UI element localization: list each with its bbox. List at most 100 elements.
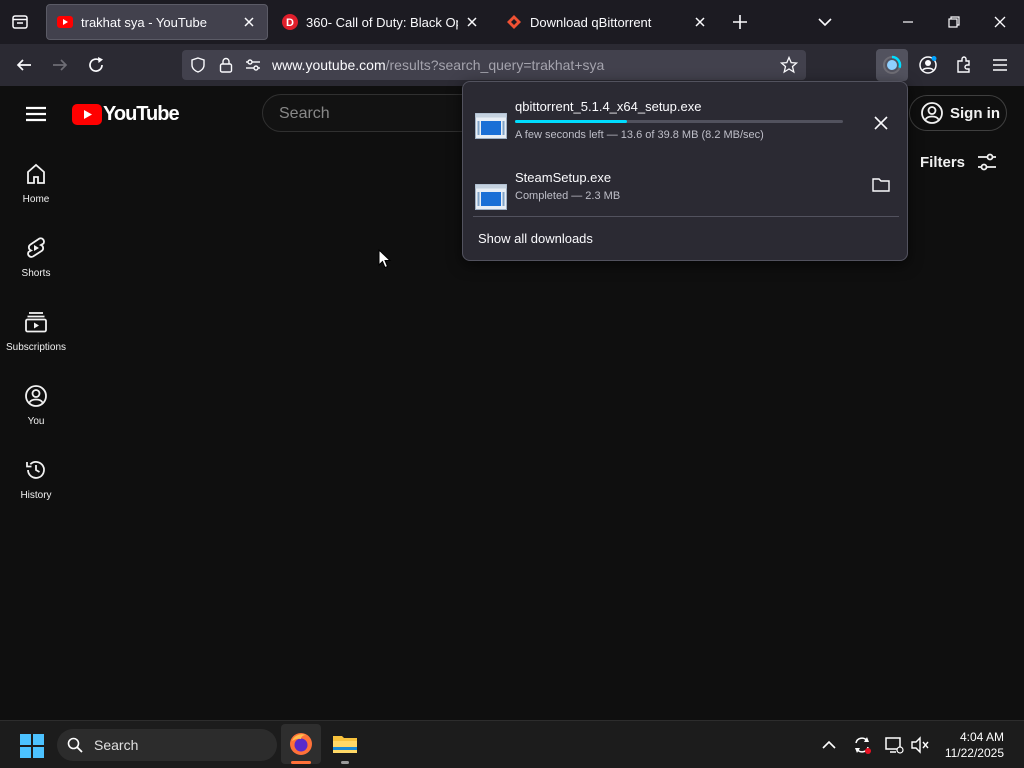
taskbar-file-explorer[interactable] (328, 724, 362, 764)
guide-menu-button[interactable] (22, 102, 50, 126)
tab-title: Download qBittorrent (530, 14, 652, 30)
guide-item-home[interactable]: Home (0, 162, 72, 205)
close-tab-icon[interactable] (241, 14, 257, 30)
close-tab-icon[interactable] (692, 14, 708, 30)
volume-muted-icon[interactable] (910, 735, 930, 755)
shield-icon[interactable] (190, 57, 206, 73)
reload-button[interactable] (82, 51, 110, 79)
download-status: Completed — 2.3 MB (515, 190, 621, 202)
forward-button[interactable] (46, 51, 74, 79)
downloads-button[interactable] (876, 49, 908, 81)
download-filename: SteamSetup.exe (515, 170, 612, 185)
taskbar-firefox[interactable] (281, 724, 321, 764)
sign-in-button[interactable]: Sign in (909, 95, 1007, 131)
search-icon (67, 737, 83, 753)
url-bar[interactable]: www.youtube.com/results?search_query=tra… (182, 50, 806, 80)
subscriptions-icon (25, 312, 47, 333)
guide-label: You (27, 416, 45, 427)
url-path: /results?search_query=trakhat+sya (385, 57, 605, 73)
reload-icon (89, 57, 103, 72)
guide-label: Subscriptions (5, 342, 67, 353)
minimize-button[interactable] (894, 8, 922, 36)
tab-call-of-duty[interactable]: D 360- Call of Duty: Black Ops III | (272, 4, 490, 40)
file-explorer-icon (333, 736, 357, 753)
youtube-logo[interactable]: YouTube (72, 103, 180, 126)
chevron-down-icon (818, 18, 832, 27)
lock-icon[interactable] (218, 56, 234, 74)
filters-label: Filters (920, 153, 966, 171)
shorts-icon (27, 237, 45, 258)
tab-youtube[interactable]: trakhat sya - YouTube (46, 4, 268, 40)
download-progress-fill (515, 120, 627, 123)
arrow-left-icon (16, 59, 31, 71)
exe-file-icon (475, 184, 507, 210)
download-item[interactable]: SteamSetup.exe Completed — 2.3 MB (473, 170, 899, 226)
list-all-tabs-button[interactable] (811, 8, 839, 36)
taskbar-search[interactable]: Search (57, 729, 277, 761)
account-circle-icon (921, 102, 943, 124)
new-tab-button[interactable] (726, 8, 754, 36)
firefox-icon (290, 733, 312, 755)
guide-label: Home (22, 194, 50, 205)
close-icon (994, 16, 1006, 28)
download-progress-icon (883, 55, 902, 74)
hamburger-menu-icon (993, 59, 1007, 71)
close-tab-icon[interactable] (464, 14, 480, 30)
red-d-favicon-icon: D (282, 14, 298, 30)
you-icon (25, 385, 47, 407)
cancel-download-icon[interactable] (871, 113, 891, 133)
permissions-icon[interactable] (244, 57, 262, 73)
tab-title: trakhat sya - YouTube (81, 14, 207, 30)
clock-date[interactable]: 11/22/2025 (945, 746, 1004, 760)
mouse-cursor-icon (378, 249, 392, 269)
open-app-indicator (341, 761, 349, 764)
restore-icon (948, 16, 960, 28)
account-button[interactable] (914, 51, 942, 79)
download-item[interactable]: qbittorrent_5.1.4_x64_setup.exe A few se… (473, 99, 899, 155)
sync-icon[interactable] (852, 735, 872, 755)
taskbar: Search 4:04 AM 11/22/2025 (0, 720, 1024, 768)
taskbar-search-label: Search (94, 737, 139, 753)
guide-label: Shorts (21, 268, 51, 279)
hamburger-menu-icon (26, 106, 46, 122)
folder-icon[interactable] (871, 176, 891, 194)
active-app-indicator (291, 761, 311, 764)
guide-item-you[interactable]: You (0, 384, 72, 427)
chevron-up-icon[interactable] (821, 737, 837, 753)
network-icon[interactable] (884, 735, 904, 755)
guide-label: History (20, 490, 52, 501)
download-progress-bar (515, 120, 843, 123)
clock-time[interactable]: 4:04 AM (960, 730, 1004, 744)
svg-text:D: D (286, 17, 294, 29)
divider (473, 216, 899, 217)
minimize-icon (903, 21, 913, 23)
tab-strip: trakhat sya - YouTube D 360- Call of Dut… (0, 0, 1024, 44)
start-button[interactable] (20, 734, 44, 758)
back-button[interactable] (10, 51, 38, 79)
puzzle-icon (957, 56, 970, 73)
filters-button[interactable]: Filters (920, 150, 999, 174)
show-all-downloads-link[interactable]: Show all downloads (478, 231, 593, 246)
url-text[interactable]: www.youtube.com/results?search_query=tra… (272, 57, 604, 73)
guide-item-subscriptions[interactable]: Subscriptions (0, 310, 72, 353)
search-placeholder: Search (279, 105, 330, 122)
firefox-view-button[interactable] (6, 8, 34, 36)
navigation-toolbar: www.youtube.com/results?search_query=tra… (0, 44, 1024, 86)
home-icon (27, 163, 45, 184)
youtube-logo-text: YouTube (103, 103, 180, 125)
orange-diamond-favicon-icon (507, 15, 521, 29)
guide-item-history[interactable]: History (0, 458, 72, 501)
tab-title: 360- Call of Duty: Black Ops III | (306, 14, 458, 30)
arrow-right-icon (53, 59, 68, 71)
close-window-button[interactable] (986, 8, 1014, 36)
firefox-view-icon (12, 15, 28, 29)
restore-button[interactable] (940, 8, 968, 36)
app-menu-button[interactable] (986, 51, 1014, 79)
tab-qbittorrent[interactable]: Download qBittorrent (496, 4, 718, 40)
plus-icon (733, 15, 747, 29)
account-icon (919, 56, 937, 74)
sign-in-label: Sign in (950, 104, 1000, 122)
star-icon[interactable] (780, 56, 798, 74)
guide-item-shorts[interactable]: Shorts (0, 236, 72, 279)
extensions-button[interactable] (950, 51, 978, 79)
